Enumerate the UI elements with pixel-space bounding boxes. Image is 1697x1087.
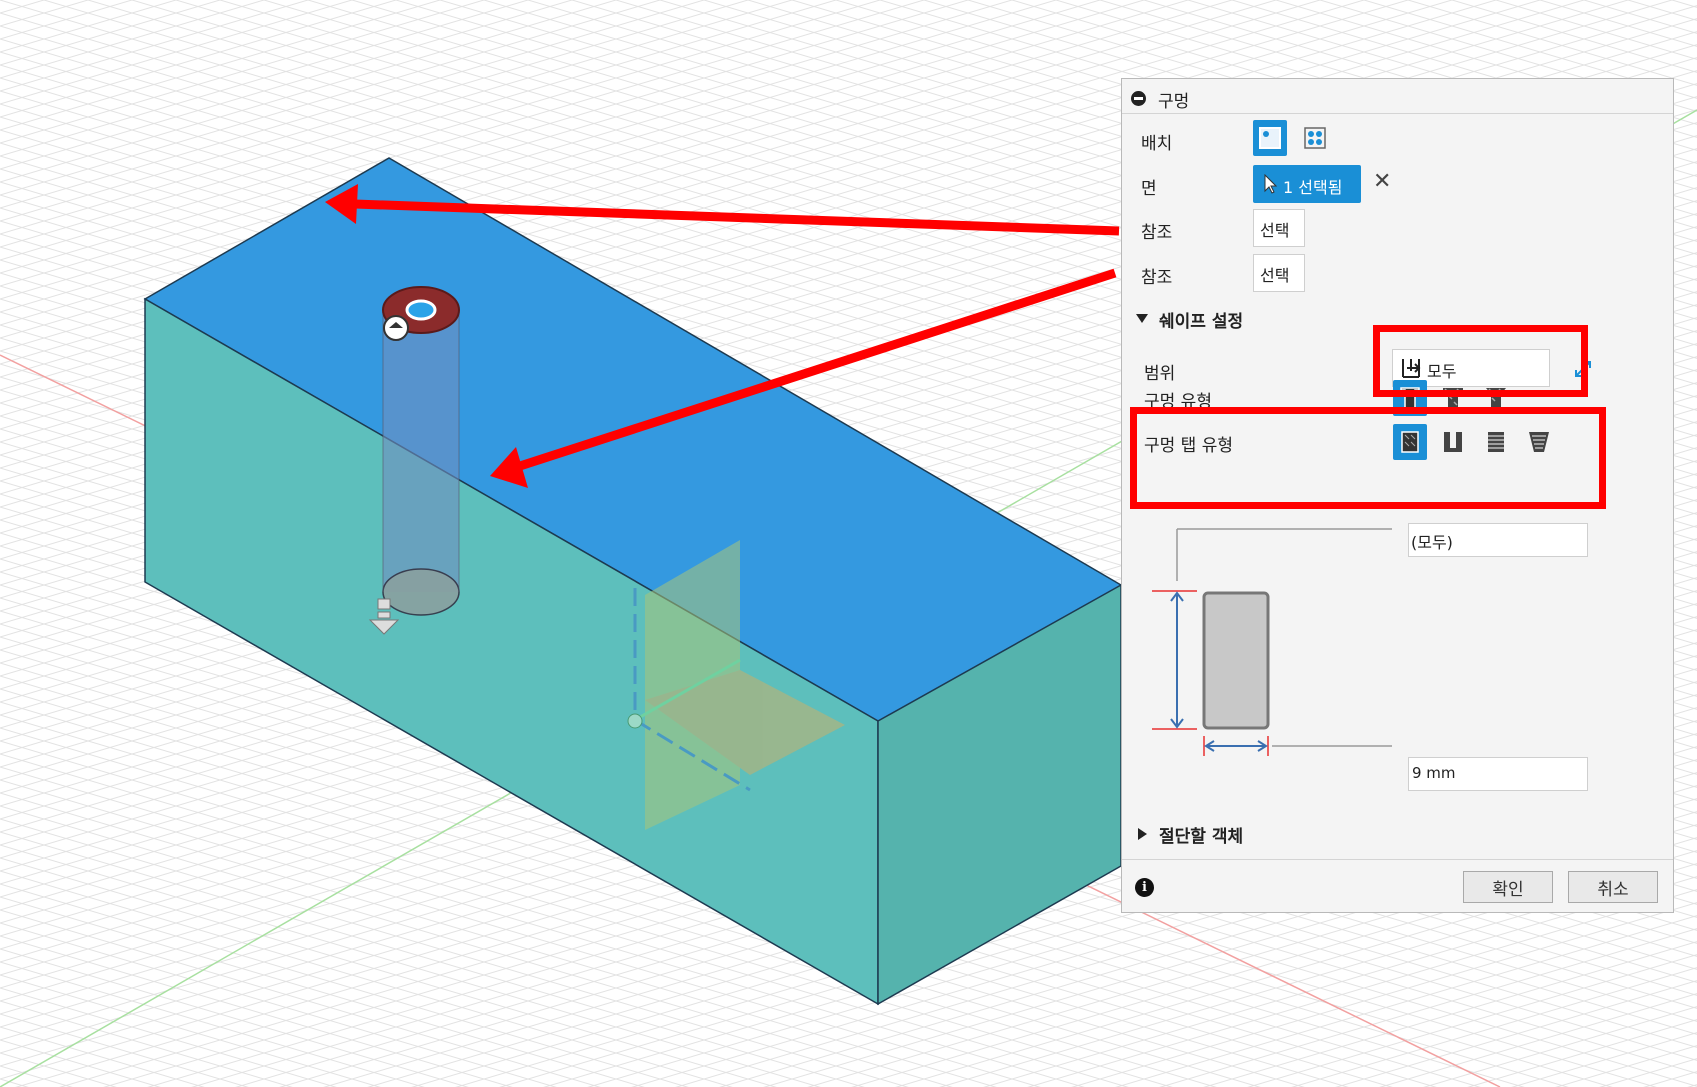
close-icon[interactable]: ✕ [1373,169,1391,194]
info-icon[interactable]: i [1135,878,1154,897]
face-placement-icon [1259,127,1281,149]
header-divider [1122,113,1673,114]
single-placement-button[interactable] [1253,120,1287,156]
face-selection-button[interactable]: 1 선택됨 [1253,165,1361,203]
shape-settings-header[interactable]: 쉐이프 설정 [1159,307,1243,332]
minus-circle-icon[interactable] [1131,91,1146,106]
placement-label: 배치 [1141,134,1173,154]
objects-to-cut-header[interactable]: 절단할 객체 [1159,822,1243,847]
face-label: 면 [1141,179,1157,199]
depth-input[interactable]: (모두) [1408,523,1588,557]
cancel-button[interactable]: 취소 [1568,871,1658,903]
dialog-title: 구멍 [1158,92,1190,112]
type-rows-highlight-box [1130,407,1606,509]
reference2-label: 참조 [1141,268,1173,288]
multiple-placement-button[interactable] [1298,120,1332,156]
diameter-input[interactable]: 9 mm [1408,757,1588,791]
cursor-icon [1264,174,1277,194]
extent-label: 범위 [1144,364,1176,384]
ok-button[interactable]: 확인 [1463,871,1553,903]
reference1-label: 참조 [1141,223,1173,243]
triangle-down-icon[interactable] [1136,314,1148,323]
footer-divider [1122,859,1673,860]
reference1-select-button[interactable]: 선택 [1253,209,1305,247]
face-selection-text: 1 선택됨 [1283,178,1343,197]
reference2-select-button[interactable]: 선택 [1253,254,1305,292]
pattern-placement-icon [1304,127,1326,149]
hole-bottom-ellipse [382,568,460,616]
hole-cylinder-preview [383,311,459,592]
triangle-right-icon[interactable] [1138,828,1147,840]
extent-highlight-box [1373,325,1588,397]
